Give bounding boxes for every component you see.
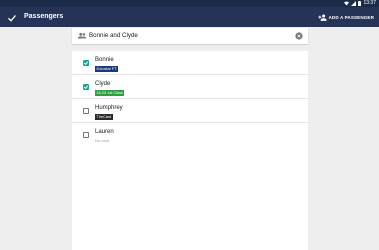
app-bar: Passengers ADD A PASSENGER [0,7,379,27]
card-badge: Eurostar FT [95,66,119,72]
card-badge: TheCard [95,114,113,120]
passenger-name: Bonnie [95,57,114,63]
search-bar[interactable]: Bonnie and Clyde [72,28,308,44]
check-icon [8,15,16,22]
battery-icon [358,1,362,6]
add-passenger-label: ADD A PASSENGER [328,14,374,20]
passenger-row-humphrey[interactable]: Humphrey TheCard [72,99,308,123]
status-icons: 13:37 [344,0,376,7]
passenger-row-bonnie[interactable]: Bonnie Eurostar FT [72,51,308,75]
add-passenger-button[interactable]: ADD A PASSENGER [317,11,375,23]
no-card-label: No card [95,138,110,143]
passenger-name: Lauren [95,129,114,135]
passenger-name: Clyde [95,81,111,87]
passenger-checkbox[interactable] [83,108,89,114]
card-badge: 16-25 1st Class [95,90,125,96]
page-title: Passengers [24,13,64,20]
passenger-checkbox[interactable] [83,132,89,138]
search-input[interactable]: Bonnie and Clyde [89,28,138,44]
wifi-icon [344,1,350,6]
clear-icon[interactable] [295,32,303,40]
checkbox-check-icon [83,85,89,89]
checkbox-check-icon [83,61,89,65]
signal-icon [351,1,357,6]
confirm-button[interactable] [6,11,18,23]
add-person-icon [317,14,327,21]
status-time: 13:37 [363,0,376,6]
passenger-name: Humphrey [95,105,123,111]
passenger-checkbox[interactable] [83,60,89,66]
people-icon [77,32,87,39]
status-bar: 13:37 [0,0,379,7]
passenger-row-clyde[interactable]: Clyde 16-25 1st Class [72,75,308,99]
passenger-checkbox[interactable] [83,84,89,90]
passenger-row-lauren[interactable]: Lauren No card [72,123,308,147]
passenger-list: Bonnie Eurostar FT Clyde 16-25 1st Class… [72,51,308,250]
